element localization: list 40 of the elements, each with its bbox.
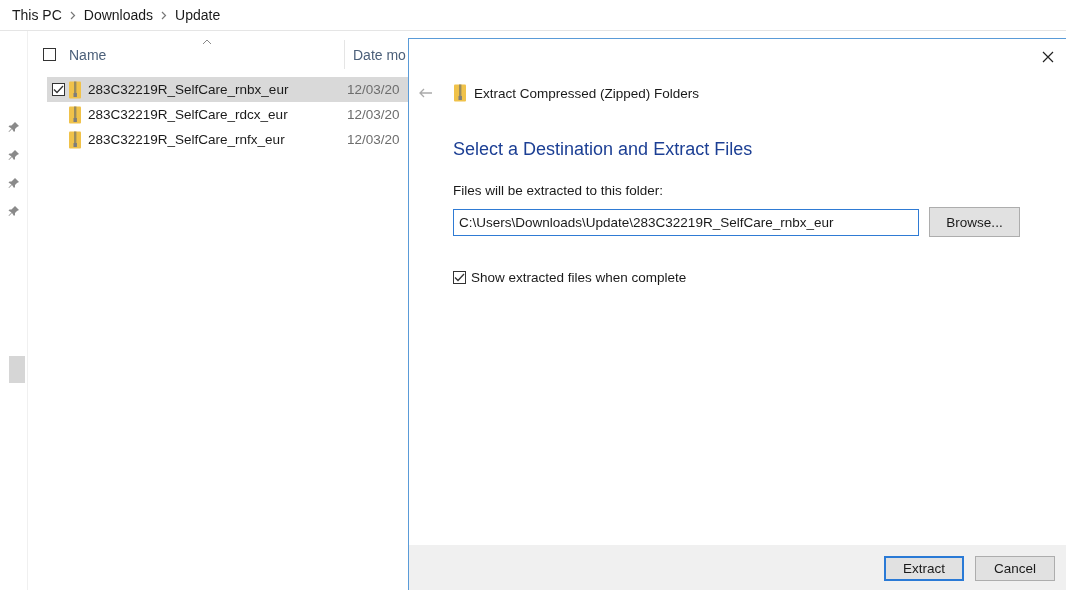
dialog-heading: Select a Destination and Extract Files: [453, 139, 754, 160]
breadcrumb-item[interactable]: Update: [175, 7, 221, 23]
column-header[interactable]: Date mo: [353, 46, 406, 63]
date-cell: 12/03/20: [347, 82, 400, 97]
field-label: Files will be extracted to this folder:: [453, 183, 665, 198]
file-name: 283C32219R_SelfCare_rnfx_eur: [88, 132, 286, 147]
destination-field[interactable]: C:\Users\Downloads\Update\283C32219R_SelfCare_rnbx_eur: [453, 208, 919, 236]
zip-folder-icon: [69, 105, 81, 124]
breadcrumb-item[interactable]: Downloads: [83, 7, 154, 23]
file-row[interactable]: 283C32219R_SelfCare_rnfx_eur 12/03/20: [47, 127, 409, 152]
dialog-button[interactable]: Cancel: [975, 556, 1055, 581]
zip-folder-icon: [69, 130, 81, 149]
browse-button[interactable]: Browse...: [929, 207, 1020, 237]
dialog-button[interactable]: Extract: [884, 556, 964, 581]
dialog-title: Extract Compressed (Zipped) Folders: [474, 85, 700, 101]
scrollbar-thumb[interactable]: [9, 356, 25, 383]
pin-icon[interactable]: [7, 149, 20, 161]
file-row[interactable]: 283C32219R_SelfCare_rdcx_eur 12/03/20: [47, 102, 409, 127]
close-button[interactable]: [1040, 49, 1056, 65]
file-row[interactable]: 283C32219R_SelfCare_rnbx_eur 12/03/20: [47, 77, 409, 102]
select-all-checkbox[interactable]: [43, 48, 56, 61]
checkbox-label: Show extracted files when complete: [471, 270, 687, 285]
chevron-icon: [69, 10, 76, 20]
pin-icon[interactable]: [7, 177, 20, 189]
chevron-icon: [161, 10, 168, 20]
column-header[interactable]: Name: [56, 40, 345, 69]
file-name: 283C32219R_SelfCare_rnbx_eur: [88, 82, 290, 97]
file-name: 283C32219R_SelfCare_rdcx_eur: [88, 107, 289, 122]
pin-icon[interactable]: [7, 205, 20, 217]
back-arrow-icon[interactable]: [418, 88, 433, 98]
close-icon: [1042, 51, 1054, 63]
zip-folder-icon: [69, 80, 81, 99]
show-files-checkbox[interactable]: [453, 271, 466, 284]
date-cell: 12/03/20: [347, 132, 400, 147]
zip-folder-icon: [454, 84, 466, 102]
date-cell: 12/03/20: [347, 107, 400, 122]
row-checkbox[interactable]: [51, 83, 65, 96]
pin-icon[interactable]: [7, 121, 20, 133]
breadcrumb-item[interactable]: This PC: [12, 7, 62, 23]
sort-caret-icon: [202, 39, 212, 45]
